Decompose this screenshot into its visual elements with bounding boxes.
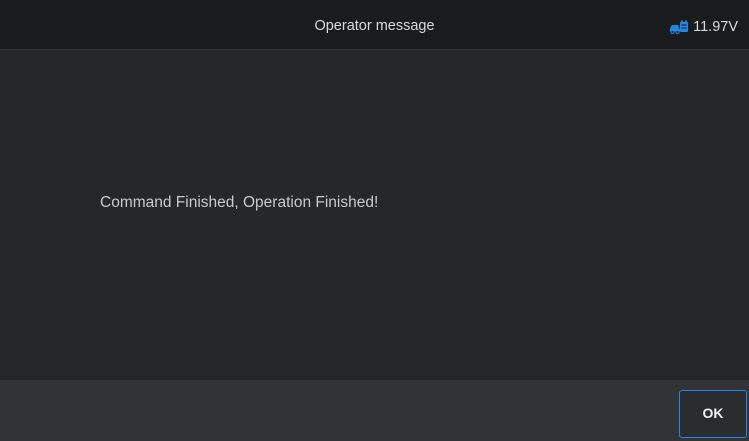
operator-message-text: Command Finished, Operation Finished! (100, 194, 379, 211)
battery-voltage-indicator: 11.97V (669, 0, 738, 50)
message-area: Command Finished, Operation Finished! (0, 50, 749, 380)
voltage-value: 11.97V (693, 18, 738, 35)
vehicle-battery-icon (670, 20, 689, 34)
footer-bar: OK (0, 380, 749, 441)
page-title: Operator message (314, 18, 435, 34)
title-bar: Operator message 11.97V (0, 0, 749, 50)
ok-button[interactable]: OK (679, 390, 747, 438)
operator-message-screen: Operator message 11.97V Command Finished… (0, 0, 749, 441)
